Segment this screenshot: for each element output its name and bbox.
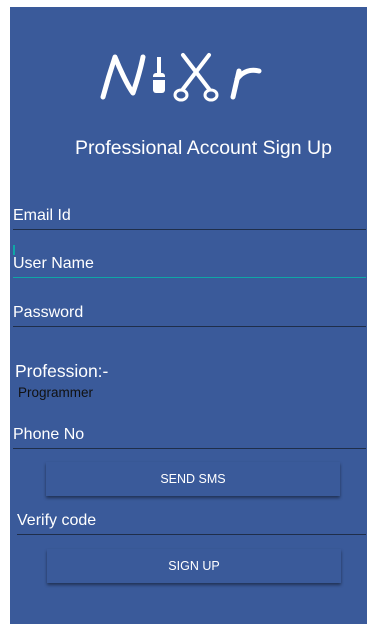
email-field[interactable]: Email Id bbox=[13, 204, 366, 230]
email-placeholder: Email Id bbox=[13, 207, 71, 224]
phone-field[interactable]: Phone No bbox=[13, 423, 366, 449]
send-sms-button[interactable]: SEND SMS bbox=[46, 462, 340, 496]
nixr-logo bbox=[100, 53, 262, 102]
page-title: Professional Account Sign Up bbox=[75, 137, 332, 159]
verify-code-placeholder: Verify code bbox=[17, 512, 97, 529]
verify-code-field[interactable]: Verify code bbox=[17, 509, 366, 535]
username-field[interactable]: User Name bbox=[13, 252, 366, 278]
signup-screen: Professional Account Sign Up Email Id Us… bbox=[10, 7, 367, 624]
profession-label: Profession:- bbox=[15, 361, 109, 381]
password-field[interactable]: Password bbox=[13, 301, 366, 327]
password-placeholder: Password bbox=[13, 304, 84, 321]
profession-select[interactable]: Programmer bbox=[18, 385, 93, 400]
sign-up-button[interactable]: SIGN UP bbox=[47, 549, 341, 583]
phone-placeholder: Phone No bbox=[13, 426, 85, 443]
username-placeholder: User Name bbox=[13, 255, 94, 272]
